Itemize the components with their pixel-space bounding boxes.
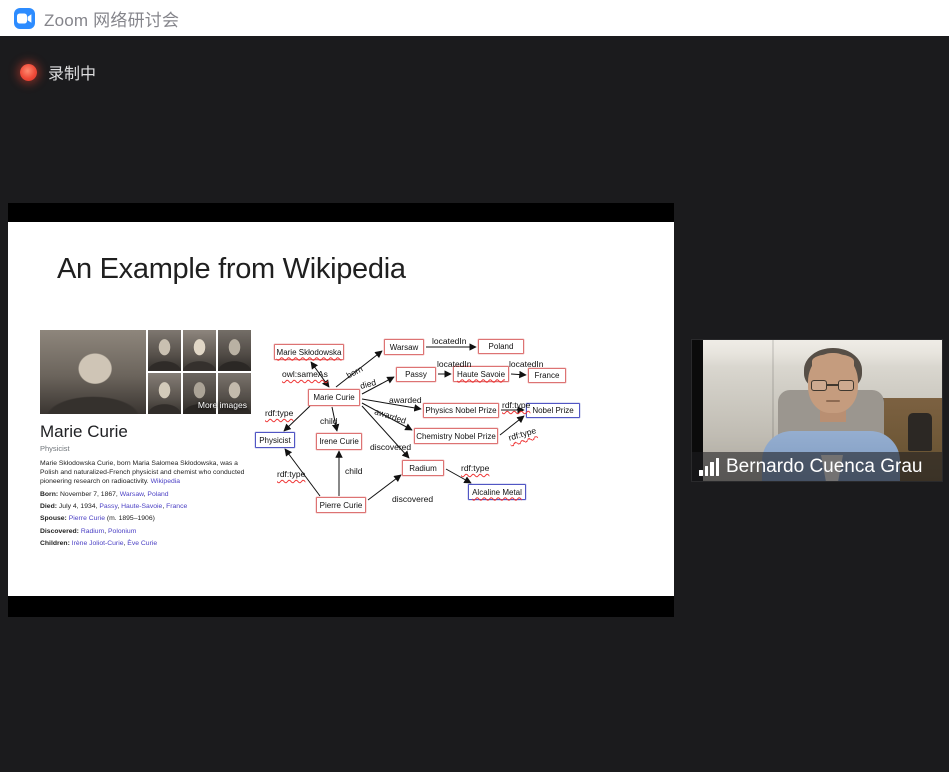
- graph-edge-label: discovered: [370, 442, 411, 452]
- graph-edge-label: discovered: [392, 494, 433, 504]
- graph-edge-label: owl:sameAs: [282, 369, 328, 379]
- shared-screen-slide: An Example from Wikipedia More images Ma…: [8, 203, 674, 617]
- graph-node-chemistry-nobel: Chemistry Nobel Prize: [414, 428, 498, 444]
- graph-node-marie-curie: Marie Curie: [308, 389, 360, 406]
- window-titlebar: Zoom 网络研讨会: [0, 0, 949, 36]
- graph-edge-label: rdf:type: [277, 469, 305, 479]
- graph-node-passy: Passy: [396, 367, 436, 382]
- participant-figure: [826, 400, 840, 402]
- graph-node-warsaw: Warsaw: [384, 339, 424, 355]
- graph-edge-label: child: [320, 416, 337, 426]
- graph-edge-label: awarded: [389, 395, 422, 405]
- glasses-icon: [838, 380, 854, 391]
- graph-edge-label: locatedIn: [432, 336, 467, 346]
- recording-indicator: 录制中: [20, 60, 96, 84]
- window-title: Zoom 网络研讨会: [44, 6, 179, 31]
- graph-edge-label: locatedIn: [509, 359, 544, 369]
- glasses-icon: [826, 384, 839, 386]
- graph-node-nobel-prize: Nobel Prize: [526, 403, 580, 418]
- graph-node-pierre-curie: Pierre Curie: [316, 497, 366, 513]
- graph-edge-label: rdf:type: [502, 400, 530, 410]
- graph-edge-label: rdf:type: [265, 408, 293, 418]
- graph-node-physicist: Physicist: [255, 432, 295, 448]
- graph-node-alcaline-metal: Alcaline Metal: [468, 484, 526, 500]
- graph-edge-locatedIn-hautesavoie: [511, 374, 526, 375]
- graph-node-poland: Poland: [478, 339, 524, 354]
- participant-name: Bernardo Cuenca Grau: [726, 456, 922, 478]
- glasses-icon: [811, 380, 827, 391]
- signal-bars-icon: [699, 458, 719, 476]
- participant-video[interactable]: Bernardo Cuenca Grau: [691, 339, 943, 482]
- graph-edge-label: locatedIn: [437, 359, 472, 369]
- graph-node-physics-nobel: Physics Nobel Prize: [423, 403, 499, 418]
- graph-node-irene-curie: Irene Curie: [316, 433, 362, 450]
- recording-dot-icon: [20, 64, 37, 81]
- zoom-logo-icon: [14, 8, 35, 29]
- recording-label: 录制中: [48, 60, 96, 84]
- video-background: [908, 413, 932, 451]
- graph-node-france: France: [528, 368, 566, 383]
- graph-edge-label: child: [345, 466, 362, 476]
- graph-node-marie-sklodowska: Marie Skłodowska: [274, 344, 344, 360]
- zoom-webinar-window: Zoom 网络研讨会 录制中 An Example from Wikipedia…: [0, 0, 949, 772]
- participant-figure: [812, 354, 854, 368]
- graph-edge-label: rdf:type: [461, 463, 489, 473]
- participant-name-bar: Bernardo Cuenca Grau: [692, 452, 942, 481]
- graph-node-radium: Radium: [402, 460, 444, 476]
